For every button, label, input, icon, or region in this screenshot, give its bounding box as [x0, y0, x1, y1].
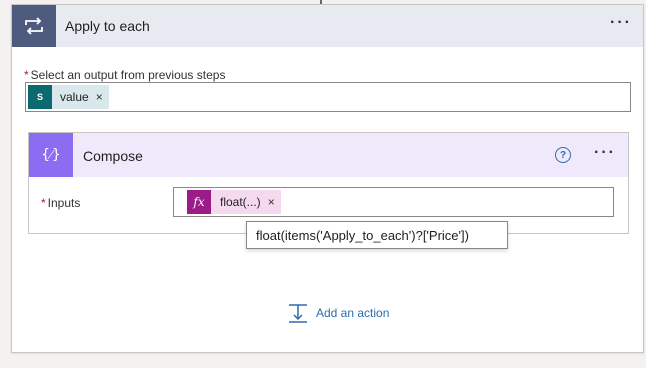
inputs-field[interactable]: fx float(...) ×	[173, 187, 614, 217]
compose-icon: {⁄}	[29, 133, 73, 177]
fx-icon: fx	[187, 190, 211, 214]
required-marker: *	[41, 196, 46, 210]
output-selector-input[interactable]: S value ×	[25, 82, 631, 112]
float-token-label: float(...)	[220, 195, 261, 209]
compose-card: {⁄} Compose ? ··· * Inputs fx float(...) …	[28, 132, 629, 234]
add-an-action-button[interactable]: Add an action	[288, 303, 389, 323]
loop-icon	[12, 5, 56, 47]
inputs-label-text: Inputs	[47, 196, 81, 210]
output-field-label: * Select an output from previous steps	[24, 68, 225, 82]
inputs-field-label: * Inputs	[41, 196, 80, 210]
apply-to-each-card: Apply to each ··· * Select an output from…	[11, 4, 644, 353]
value-token-label: value	[60, 90, 89, 104]
required-marker: *	[24, 68, 29, 82]
compose-menu-button[interactable]: ···	[594, 144, 616, 162]
remove-float-token-icon[interactable]: ×	[268, 195, 275, 209]
compose-header[interactable]: {⁄} Compose ? ···	[29, 133, 628, 177]
output-label-text: Select an output from previous steps	[30, 68, 226, 82]
apply-to-each-header[interactable]: Apply to each ···	[12, 5, 643, 47]
remove-value-token-icon[interactable]: ×	[96, 90, 103, 104]
value-token[interactable]: S value ×	[28, 85, 109, 109]
float-expression-token[interactable]: fx float(...) ×	[187, 190, 281, 214]
sharepoint-icon: S	[28, 85, 52, 109]
add-an-action-label: Add an action	[316, 306, 390, 320]
apply-to-each-title: Apply to each	[65, 18, 150, 34]
compose-title: Compose	[83, 148, 143, 164]
apply-to-each-menu-button[interactable]: ···	[610, 14, 632, 32]
help-icon[interactable]: ?	[555, 147, 571, 163]
add-action-icon	[289, 304, 307, 323]
expression-tooltip: float(items('Apply_to_each')?['Price'])	[246, 221, 508, 249]
